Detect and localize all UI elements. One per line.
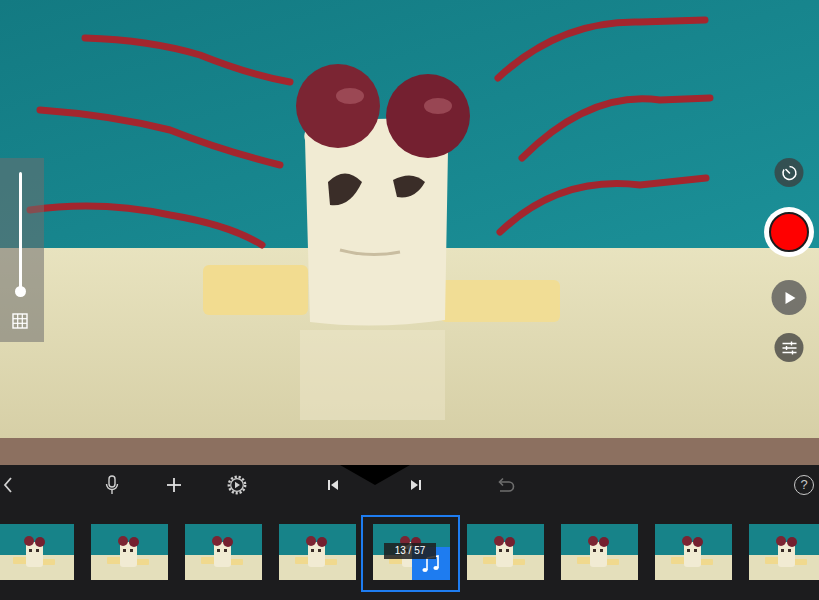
frame-thumbnail[interactable] <box>467 524 544 580</box>
frame-photo <box>655 524 732 580</box>
undo-button[interactable] <box>490 470 520 500</box>
last-frame-button[interactable] <box>401 470 431 500</box>
frame-photo <box>91 524 168 580</box>
zoom-slider[interactable] <box>19 172 22 292</box>
movie-settings-button[interactable] <box>222 470 252 500</box>
timer-icon <box>781 165 797 181</box>
frame-photo <box>561 524 638 580</box>
record-button[interactable] <box>764 207 814 257</box>
help-button[interactable]: ? <box>789 470 819 500</box>
frame-thumbnail[interactable] <box>749 524 819 580</box>
frame-thumbnail[interactable] <box>279 524 356 580</box>
skip-start-icon <box>326 478 340 492</box>
back-button[interactable] <box>0 470 16 500</box>
frame-photo <box>467 524 544 580</box>
gear-play-icon <box>227 475 247 495</box>
zoom-knob[interactable] <box>15 286 26 297</box>
camera-photo <box>0 0 819 465</box>
frame-thumbnail[interactable] <box>185 524 262 580</box>
capture-controls <box>759 0 819 465</box>
frame-photo <box>0 524 74 580</box>
frame-thumbnail[interactable] <box>91 524 168 580</box>
add-button[interactable] <box>159 470 189 500</box>
timer-button[interactable] <box>775 158 804 187</box>
frame-thumbnail[interactable] <box>561 524 638 580</box>
help-label: ? <box>794 475 814 495</box>
undo-icon <box>495 477 515 493</box>
chevron-left-icon <box>3 476 13 494</box>
editor-toolbar: ? <box>0 465 819 505</box>
filmstrip: 13 / 57 <box>0 505 819 600</box>
frame-counter: 13 / 57 <box>384 543 436 559</box>
record-icon <box>769 212 809 252</box>
frame-photo <box>185 524 262 580</box>
frame-photo <box>749 524 819 580</box>
record-audio-button[interactable] <box>97 470 127 500</box>
grid-icon[interactable] <box>12 313 28 329</box>
frame-thumbnail[interactable] <box>0 524 74 580</box>
playhead-marker <box>340 465 410 485</box>
play-button[interactable] <box>772 280 807 315</box>
sliders-icon <box>781 340 797 356</box>
skip-end-icon <box>409 478 423 492</box>
microphone-icon <box>105 475 119 495</box>
frame-thumbnail[interactable] <box>655 524 732 580</box>
adjust-button[interactable] <box>775 333 804 362</box>
frame-photo <box>279 524 356 580</box>
plus-icon <box>166 477 182 493</box>
camera-view <box>0 0 819 465</box>
first-frame-button[interactable] <box>318 470 348 500</box>
frame-thumbnail[interactable]: 13 / 57 <box>373 524 450 580</box>
play-icon <box>781 290 797 306</box>
